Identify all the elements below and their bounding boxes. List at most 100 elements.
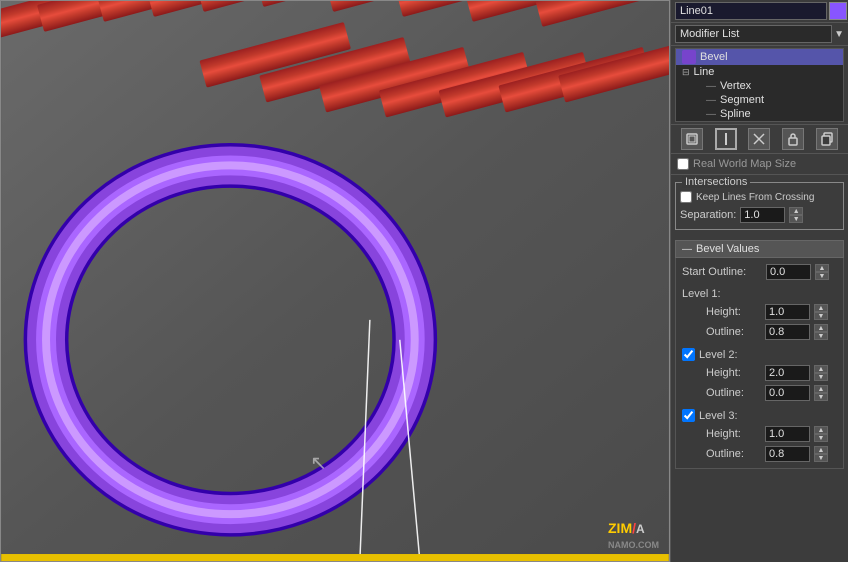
toolbar-btn-pin[interactable]	[681, 128, 703, 150]
level1-outline-label: Outline:	[706, 326, 761, 338]
level3-height-up[interactable]: ▲	[814, 426, 828, 434]
dropdown-arrow-icon: ▼	[834, 29, 844, 40]
intersections-label: Intersections	[682, 176, 750, 188]
start-outline-spinner: ▲ ▼	[815, 264, 829, 280]
toolbar-btn-delete[interactable]	[748, 128, 770, 150]
level2-checkbox[interactable]	[682, 348, 695, 361]
object-name-row	[671, 0, 848, 23]
toolbar-btn-lock[interactable]	[782, 128, 804, 150]
level1-outline-spinner: ▲ ▼	[814, 324, 828, 340]
separation-up-btn[interactable]: ▲	[789, 207, 803, 215]
level2-height-spinner: ▲ ▼	[814, 365, 828, 381]
start-outline-down[interactable]: ▼	[815, 272, 829, 280]
level3-outline-down[interactable]: ▼	[814, 454, 828, 462]
level2-outline-down[interactable]: ▼	[814, 393, 828, 401]
level2-height-down[interactable]: ▼	[814, 373, 828, 381]
level2-height-row: Height: ▲ ▼	[682, 363, 837, 383]
level1-height-label: Height:	[706, 306, 761, 318]
realworld-checkbox[interactable]	[677, 158, 689, 170]
separation-label: Separation:	[680, 209, 736, 221]
level1-height-row: Height: ▲ ▼	[682, 302, 837, 322]
level3-height-down[interactable]: ▼	[814, 434, 828, 442]
start-outline-input[interactable]	[766, 264, 811, 280]
level2-height-input[interactable]	[765, 365, 810, 381]
level1-label: Level 1:	[682, 288, 721, 300]
stack-item-segment[interactable]: — Segment	[676, 93, 843, 107]
level2-outline-spinner: ▲ ▼	[814, 385, 828, 401]
start-outline-row: Start Outline: ▲ ▼	[682, 262, 837, 282]
viewport[interactable]: ↖ ZIM/A NAMO.COM	[0, 0, 670, 562]
separation-spinner: ▲ ▼	[789, 207, 803, 223]
stack-bevel-label: Bevel	[700, 51, 728, 63]
separation-row: Separation: ▲ ▼	[680, 205, 839, 225]
right-panel: Modifier List ▼ Bevel ⊟ Line — Vertex —	[670, 0, 848, 562]
modifier-list-dropdown[interactable]: Modifier List	[675, 25, 832, 43]
level3-outline-label: Outline:	[706, 448, 761, 460]
level3-outline-spinner: ▲ ▼	[814, 446, 828, 462]
level1-height-input[interactable]	[765, 304, 810, 320]
level1-outline-up[interactable]: ▲	[814, 324, 828, 332]
start-outline-up[interactable]: ▲	[815, 264, 829, 272]
toolbar-btn-show[interactable]	[715, 128, 737, 150]
keep-lines-checkbox[interactable]	[680, 191, 692, 203]
bevel-values-label: Bevel Values	[696, 243, 759, 255]
bevel-values-header[interactable]: — Bevel Values	[675, 240, 844, 258]
stack-segment-label: Segment	[720, 94, 764, 106]
level2-outline-row: Outline: ▲ ▼	[682, 383, 837, 403]
watermark: ZIM/A NAMO.COM	[608, 520, 659, 551]
level3-height-spinner: ▲ ▼	[814, 426, 828, 442]
stack-spline-label: Spline	[720, 108, 751, 120]
level2-height-label: Height:	[706, 367, 761, 379]
level3-height-row: Height: ▲ ▼	[682, 424, 837, 444]
level2-label: Level 2:	[699, 349, 738, 361]
level1-height-spinner: ▲ ▼	[814, 304, 828, 320]
segment-dash: —	[706, 95, 716, 106]
modifier-list-row: Modifier List ▼	[671, 23, 848, 46]
bevel-icon	[682, 50, 696, 64]
separation-down-btn[interactable]: ▼	[789, 215, 803, 223]
intersections-group: Intersections Keep Lines From Crossing S…	[675, 182, 844, 230]
intersections-section: Intersections Keep Lines From Crossing S…	[675, 178, 844, 234]
expand-icon: ⊟	[682, 67, 690, 78]
app: ↖ ZIM/A NAMO.COM Modifier List ▼	[0, 0, 848, 562]
scene-canvas: ↖ ZIM/A NAMO.COM	[1, 1, 669, 561]
level1-height-up[interactable]: ▲	[814, 304, 828, 312]
level3-height-input[interactable]	[765, 426, 810, 442]
level1-outline-row: Outline: ▲ ▼	[682, 322, 837, 342]
object-name-input[interactable]	[675, 2, 827, 20]
level3-label: Level 3:	[699, 410, 738, 422]
stack-item-line[interactable]: ⊟ Line	[676, 65, 843, 79]
level3-header: Level 3:	[682, 407, 837, 424]
level1-header: Level 1:	[682, 286, 837, 302]
realworld-row: Real World Map Size	[671, 154, 848, 175]
toolbar-row	[671, 124, 848, 154]
level2-outline-up[interactable]: ▲	[814, 385, 828, 393]
bevel-values-content: Start Outline: ▲ ▼ Level 1: Height: ▲ ▼	[675, 258, 844, 469]
stack-item-spline[interactable]: — Spline	[676, 107, 843, 121]
level2-header: Level 2:	[682, 346, 837, 363]
spline-dash: —	[706, 109, 716, 120]
keep-lines-row: Keep Lines From Crossing	[680, 189, 839, 205]
level1-height-down[interactable]: ▼	[814, 312, 828, 320]
scene-svg: ↖	[1, 1, 669, 561]
modifier-stack: Bevel ⊟ Line — Vertex — Segment — Spline	[675, 48, 844, 122]
separation-input[interactable]	[740, 207, 785, 223]
level3-height-label: Height:	[706, 428, 761, 440]
level1-outline-input[interactable]	[765, 324, 810, 340]
level1-outline-down[interactable]: ▼	[814, 332, 828, 340]
toolbar-btn-copy[interactable]	[816, 128, 838, 150]
object-color-swatch[interactable]	[829, 2, 847, 20]
level3-checkbox[interactable]	[682, 409, 695, 422]
realworld-label: Real World Map Size	[693, 158, 796, 170]
vertex-dash: —	[706, 81, 716, 92]
level2-outline-input[interactable]	[765, 385, 810, 401]
bevel-collapse-icon: —	[682, 244, 692, 255]
level2-height-up[interactable]: ▲	[814, 365, 828, 373]
stack-item-bevel[interactable]: Bevel	[676, 49, 843, 65]
level2-outline-label: Outline:	[706, 387, 761, 399]
level3-outline-row: Outline: ▲ ▼	[682, 444, 837, 464]
level3-outline-input[interactable]	[765, 446, 810, 462]
stack-line-label: Line	[694, 66, 715, 78]
stack-item-vertex[interactable]: — Vertex	[676, 79, 843, 93]
level3-outline-up[interactable]: ▲	[814, 446, 828, 454]
